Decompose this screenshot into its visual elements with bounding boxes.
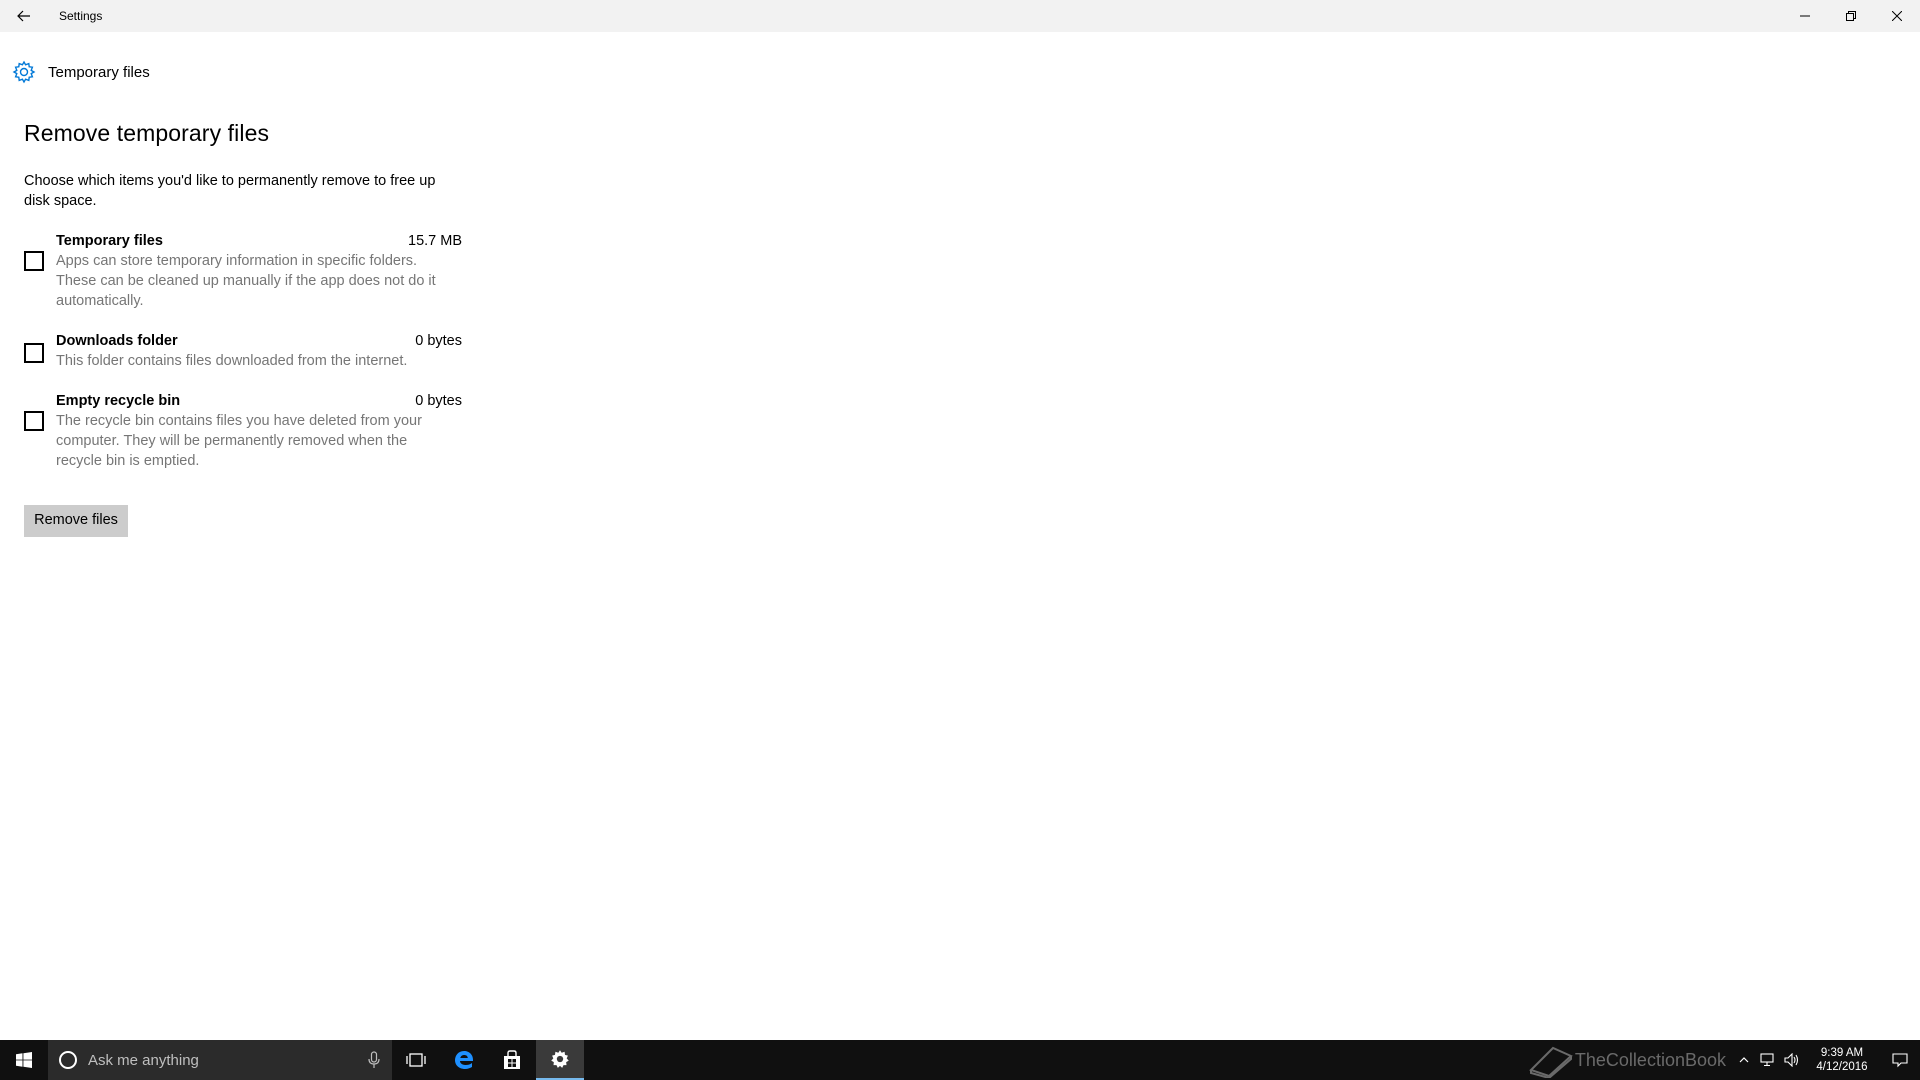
notification-icon: [1892, 1053, 1908, 1068]
microphone-icon[interactable]: [368, 1051, 380, 1069]
edge-button[interactable]: [440, 1040, 488, 1080]
network-icon: [1760, 1053, 1774, 1067]
item-head: Temporary files 15.7 MB: [56, 231, 462, 251]
show-hidden-icons-button[interactable]: [1732, 1040, 1756, 1080]
item-body: Downloads folder 0 bytes This folder con…: [56, 331, 462, 371]
item-size: 0 bytes: [415, 393, 462, 409]
store-button[interactable]: [488, 1040, 536, 1080]
page-header: Temporary files: [12, 58, 150, 86]
search-box[interactable]: Ask me anything: [48, 1040, 392, 1080]
page-title: Temporary files: [48, 63, 150, 81]
windows-logo-icon: [16, 1052, 32, 1068]
chevron-up-icon: [1739, 1057, 1749, 1063]
item-size: 0 bytes: [415, 333, 462, 349]
volume-icon: [1784, 1053, 1799, 1067]
task-view-button[interactable]: [392, 1040, 440, 1080]
restore-icon: [1846, 11, 1856, 21]
minimize-icon: [1800, 15, 1810, 17]
item-description: This folder contains files downloaded fr…: [56, 353, 408, 369]
task-view-icon: [406, 1053, 426, 1067]
clock-time: 9:39 AM: [1820, 1047, 1864, 1059]
network-button[interactable]: [1756, 1040, 1780, 1080]
restore-button[interactable]: [1828, 0, 1874, 32]
item-head: Downloads folder 0 bytes: [56, 331, 462, 351]
back-button[interactable]: [0, 0, 48, 32]
title-bar: Settings: [0, 0, 1920, 32]
item-body: Empty recycle bin 0 bytes The recycle bi…: [56, 391, 462, 471]
empty-recycle-bin-checkbox[interactable]: [24, 411, 44, 431]
list-item-temporary-files: Temporary files 15.7 MB Apps can store t…: [24, 231, 464, 311]
cortana-icon: [59, 1051, 77, 1069]
temporary-files-checkbox[interactable]: [24, 251, 44, 271]
action-center-button[interactable]: [1880, 1040, 1920, 1080]
item-body: Temporary files 15.7 MB Apps can store t…: [56, 231, 462, 311]
list-item-empty-recycle-bin: Empty recycle bin 0 bytes The recycle bi…: [24, 391, 464, 471]
search-placeholder: Ask me anything: [88, 1051, 199, 1069]
intro-text: Choose which items you'd like to permane…: [24, 173, 436, 209]
section-title: Remove temporary files: [24, 120, 270, 146]
remove-files-button[interactable]: Remove files: [24, 505, 128, 537]
item-name: Downloads folder: [56, 333, 178, 349]
item-name: Temporary files: [56, 233, 163, 249]
back-arrow-icon: [17, 10, 30, 22]
volume-button[interactable]: [1780, 1040, 1804, 1080]
store-icon: [504, 1050, 520, 1069]
item-name: Empty recycle bin: [56, 393, 181, 409]
item-head: Empty recycle bin 0 bytes: [56, 391, 462, 411]
close-button[interactable]: [1874, 0, 1920, 32]
watermark: TheCollectionBook: [1527, 1042, 1726, 1078]
taskbar: Ask me anything TheCollectionBook 9:39 A…: [0, 1040, 1920, 1080]
settings-icon: [551, 1050, 569, 1068]
item-description: The recycle bin contains files you have …: [56, 413, 422, 469]
app-title: Settings: [59, 9, 103, 23]
book-icon: [1529, 1046, 1573, 1078]
minimize-button[interactable]: [1782, 0, 1828, 32]
watermark-text: TheCollectionBook: [1574, 1049, 1726, 1070]
close-icon: [1892, 11, 1902, 21]
item-description: Apps can store temporary information in …: [56, 253, 436, 309]
item-size: 15.7 MB: [408, 233, 462, 249]
settings-taskbar-button[interactable]: [536, 1040, 584, 1080]
list-item-downloads-folder: Downloads folder 0 bytes This folder con…: [24, 331, 464, 371]
downloads-folder-checkbox[interactable]: [24, 343, 44, 363]
system-tray: TheCollectionBook 9:39 AM 4/12/2016: [1527, 1040, 1920, 1080]
gear-icon: [12, 60, 36, 84]
clock[interactable]: 9:39 AM 4/12/2016: [1804, 1046, 1880, 1074]
start-button[interactable]: [0, 1040, 48, 1080]
window-controls: [1782, 0, 1920, 32]
main-content: Remove temporary files Choose which item…: [24, 120, 464, 537]
edge-icon: [455, 1051, 474, 1069]
clock-date: 4/12/2016: [1816, 1061, 1868, 1073]
